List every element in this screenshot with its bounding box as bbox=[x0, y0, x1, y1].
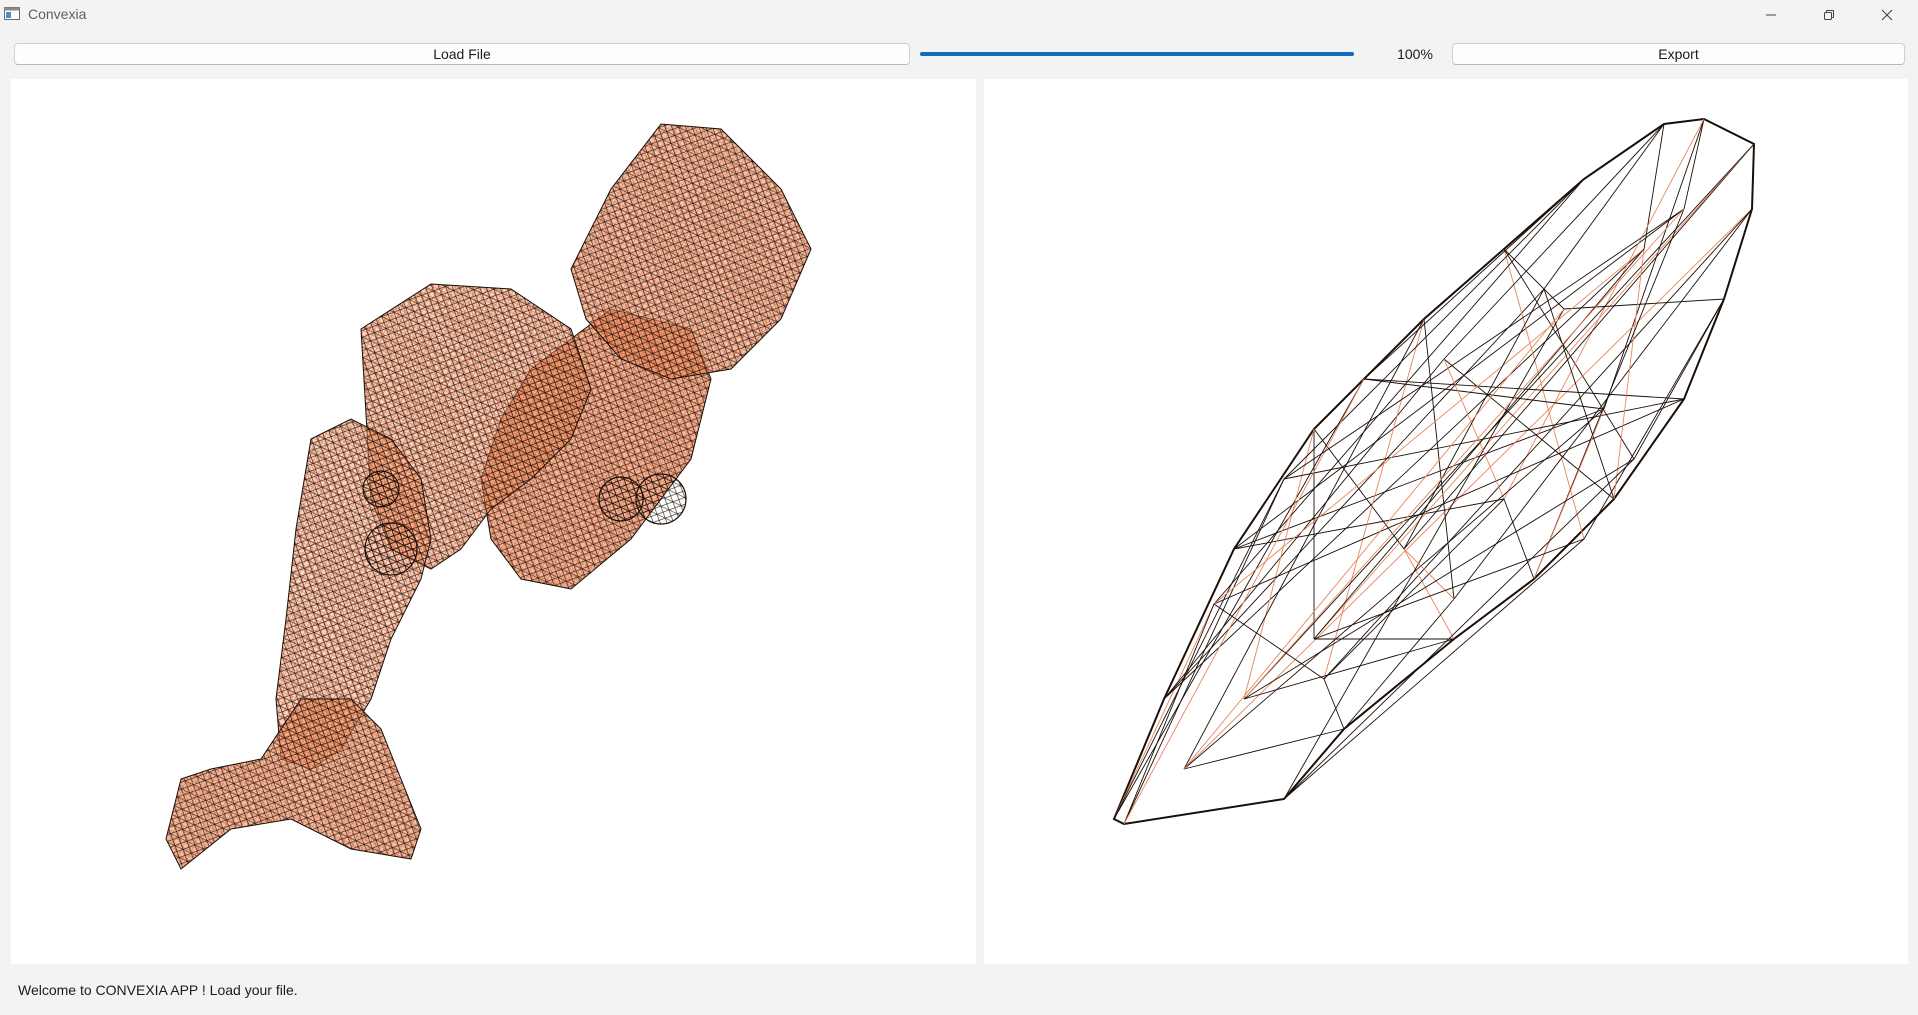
hull-viewport[interactable] bbox=[984, 79, 1908, 964]
hull-wireframe bbox=[1112, 117, 1756, 826]
hull-edge bbox=[1243, 458, 1635, 700]
hull-edge bbox=[1243, 208, 1685, 700]
close-icon bbox=[1881, 9, 1893, 21]
hull-edge bbox=[1213, 248, 1645, 605]
hull-edge bbox=[1123, 478, 1285, 825]
status-message: Welcome to CONVEXIA APP ! Load your file… bbox=[18, 982, 298, 998]
export-button[interactable]: Export bbox=[1452, 43, 1905, 65]
hull-edge bbox=[1213, 178, 1585, 605]
hull-edge bbox=[1233, 408, 1605, 550]
title-bar: Convexia bbox=[0, 0, 1918, 30]
hull-edge bbox=[1503, 248, 1635, 460]
model-joint-detail bbox=[635, 473, 687, 525]
mesh-viewport[interactable] bbox=[11, 79, 976, 964]
minimize-button[interactable] bbox=[1742, 0, 1800, 30]
progress-fill bbox=[920, 52, 1354, 56]
window-title: Convexia bbox=[28, 6, 87, 22]
hull-edge bbox=[1313, 248, 1645, 640]
close-button[interactable] bbox=[1858, 0, 1916, 30]
model-head-mesh-dark bbox=[570, 123, 812, 380]
minimize-icon bbox=[1766, 14, 1776, 16]
hull-edge bbox=[1633, 298, 1725, 460]
hull-edge bbox=[1283, 538, 1585, 800]
hull-edge bbox=[1543, 123, 1665, 290]
app-window-icon bbox=[4, 7, 20, 20]
hull-edge bbox=[1363, 378, 1685, 400]
hull-edge bbox=[1443, 358, 1615, 500]
hull-edge bbox=[1183, 208, 1753, 770]
hull-edge bbox=[1323, 208, 1753, 680]
model-hand-mesh-dark bbox=[165, 698, 422, 870]
model-wireframe bbox=[165, 123, 812, 870]
hull-edge bbox=[1583, 298, 1725, 540]
model-joint-detail bbox=[364, 522, 418, 576]
hull-edge bbox=[1213, 603, 1325, 680]
hull-edge bbox=[1343, 598, 1455, 730]
load-file-button[interactable]: Load File bbox=[14, 43, 910, 65]
progress-bar bbox=[920, 52, 1354, 56]
hull-edge bbox=[1183, 408, 1605, 770]
hull-edge bbox=[1323, 318, 1425, 680]
progress-text: 100% bbox=[1397, 46, 1433, 62]
maximize-button[interactable] bbox=[1800, 0, 1858, 30]
hull-edge bbox=[1423, 318, 1455, 600]
hull-edge bbox=[1683, 118, 1705, 210]
hull-edge bbox=[1113, 603, 1215, 820]
hull-edge bbox=[1163, 248, 1645, 700]
hull-edge bbox=[1503, 248, 1585, 540]
hull-edge bbox=[1123, 378, 1365, 825]
hull-edge bbox=[1403, 548, 1455, 640]
hull-edge bbox=[1603, 118, 1705, 410]
hull-outline bbox=[1112, 117, 1756, 826]
restore-icon bbox=[1824, 10, 1834, 20]
hull-edge bbox=[1403, 143, 1755, 550]
model-joint-detail bbox=[362, 470, 400, 508]
hull-edge bbox=[1503, 118, 1705, 500]
hull-edge bbox=[1183, 318, 1425, 770]
toolbar: Load File 100% Export bbox=[0, 40, 1918, 70]
hull-edge bbox=[1323, 678, 1345, 730]
hull-edge bbox=[1163, 288, 1545, 700]
hull-edge bbox=[1123, 603, 1215, 825]
hull-edge bbox=[1243, 428, 1315, 700]
